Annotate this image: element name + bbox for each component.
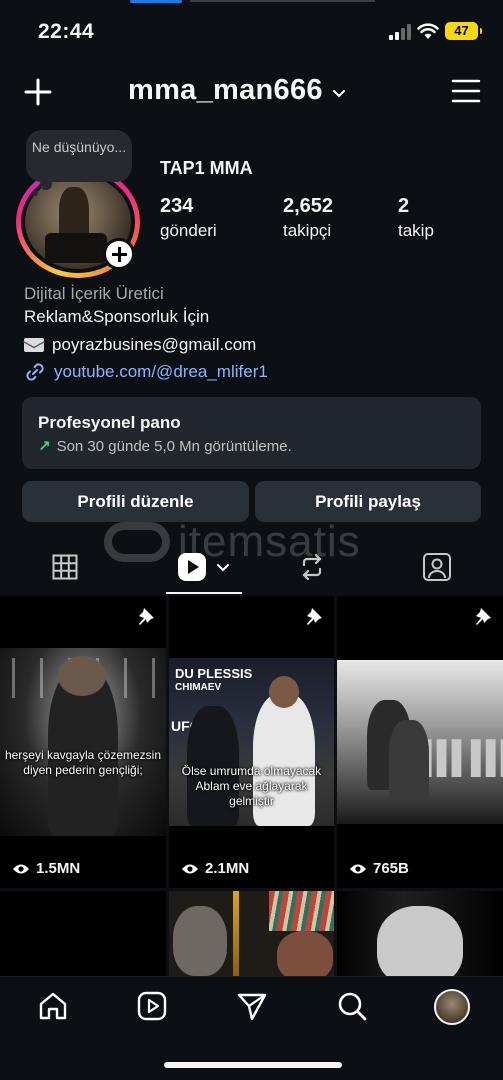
link-icon [26, 362, 44, 381]
grid-icon [52, 554, 78, 580]
eye-icon [182, 864, 198, 873]
reel-thumbnail: ⅢⅢ [337, 660, 503, 824]
eye-icon [350, 864, 366, 873]
reel-tile[interactable] [169, 891, 334, 976]
professional-dashboard[interactable]: Profesyonel pano ↗ Son 30 günde 5,0 Mn g… [22, 397, 481, 469]
active-tab-indicator [166, 592, 242, 594]
menu-icon[interactable] [451, 78, 481, 104]
dashboard-title: Profesyonel pano [38, 413, 181, 432]
dashboard-subtitle: Son 30 günde 5,0 Mn görüntüleme. [56, 437, 292, 455]
eye-icon [13, 864, 29, 873]
watermark: itemsatis [104, 512, 404, 572]
bio: Dijital İçerik Üretici Reklam&Sponsorluk… [24, 284, 484, 384]
view-count: 1.5MN [12, 860, 80, 877]
status-bar: 22:44 47 [0, 0, 503, 62]
pin-icon [139, 608, 154, 625]
account-switcher[interactable]: mma_man666 [128, 74, 347, 107]
reels-icon [137, 991, 167, 1021]
bio-email: poyrazbusines@gmail.com [24, 332, 484, 357]
reel-tile[interactable]: herşeyi kavgayla çözemezsin diyen pederi… [0, 596, 166, 888]
tab-posts-grid[interactable] [50, 548, 80, 586]
fighter-face [173, 906, 227, 976]
reel-tile[interactable]: ⅢⅢ 765B [337, 596, 503, 888]
nav-messages[interactable] [235, 989, 269, 1023]
nav-profile-avatar[interactable] [434, 989, 470, 1025]
reel-tile[interactable]: DU PLESSIS CHIMAEV UFC Ölse umrumda olma… [169, 596, 334, 888]
bio-category: Dijital İçerik Üretici [24, 284, 164, 303]
nav-search[interactable] [335, 989, 369, 1023]
signal-icon [389, 24, 411, 40]
bio-link[interactable]: youtube.com/@drea_mlifer1 [24, 359, 484, 384]
pin-icon [476, 608, 491, 625]
display-name: TAP1 MMA [160, 158, 253, 178]
create-plus-icon[interactable] [22, 76, 54, 108]
fighter-face [277, 931, 333, 976]
stat-posts[interactable]: 234 gönderi [160, 195, 217, 241]
home-icon [39, 992, 67, 1020]
view-count: 765B [349, 860, 409, 877]
note-text: Ne düşünüyo... [31, 139, 127, 155]
bio-line: Reklam&Sponsorluk İçin [24, 307, 210, 326]
home-indicator[interactable] [164, 1062, 342, 1068]
fighter-face [377, 906, 463, 976]
reel-caption: Ölse umrumda olmayacak Ablam eve ağlayar… [181, 764, 322, 808]
wifi-icon [417, 23, 439, 39]
status-time: 22:44 [38, 20, 95, 43]
stat-followers[interactable]: 2,652 takipçi [283, 195, 333, 241]
top-indicator-track [190, 0, 375, 2]
trend-up-icon: ↗ [38, 438, 51, 455]
reel-thumbnail [0, 648, 166, 836]
poster-top-text: DU PLESSIS [175, 666, 253, 681]
search-icon [338, 992, 367, 1021]
chevron-down-icon [332, 89, 345, 97]
tagged-person-icon [423, 553, 451, 581]
top-indicator [130, 0, 182, 3]
note-bubble[interactable]: Ne düşünüyo... [26, 130, 132, 182]
reel-caption: herşeyi kavgayla çözemezsin diyen pederi… [4, 748, 162, 777]
reels-grid: herşeyi kavgayla çözemezsin diyen pederi… [0, 596, 503, 976]
reel-tile[interactable] [0, 891, 166, 976]
nav-reels[interactable] [135, 989, 169, 1023]
view-count: 2.1MN [181, 860, 249, 877]
send-icon [237, 993, 267, 1021]
reel-tile[interactable] [337, 891, 503, 976]
tab-tagged[interactable] [420, 548, 454, 586]
nav-home[interactable] [36, 989, 70, 1023]
pin-icon [307, 608, 322, 625]
watermark-logo [104, 522, 170, 562]
stat-following[interactable]: 2 takip [398, 195, 434, 241]
battery-icon: 47 [445, 22, 482, 40]
profile-header: mma_man666 [0, 62, 503, 124]
username: mma_man666 [128, 74, 323, 106]
add-story-button[interactable] [103, 238, 135, 270]
mail-icon [24, 337, 44, 352]
poster-sub-text: CHIMAEV [175, 682, 222, 693]
